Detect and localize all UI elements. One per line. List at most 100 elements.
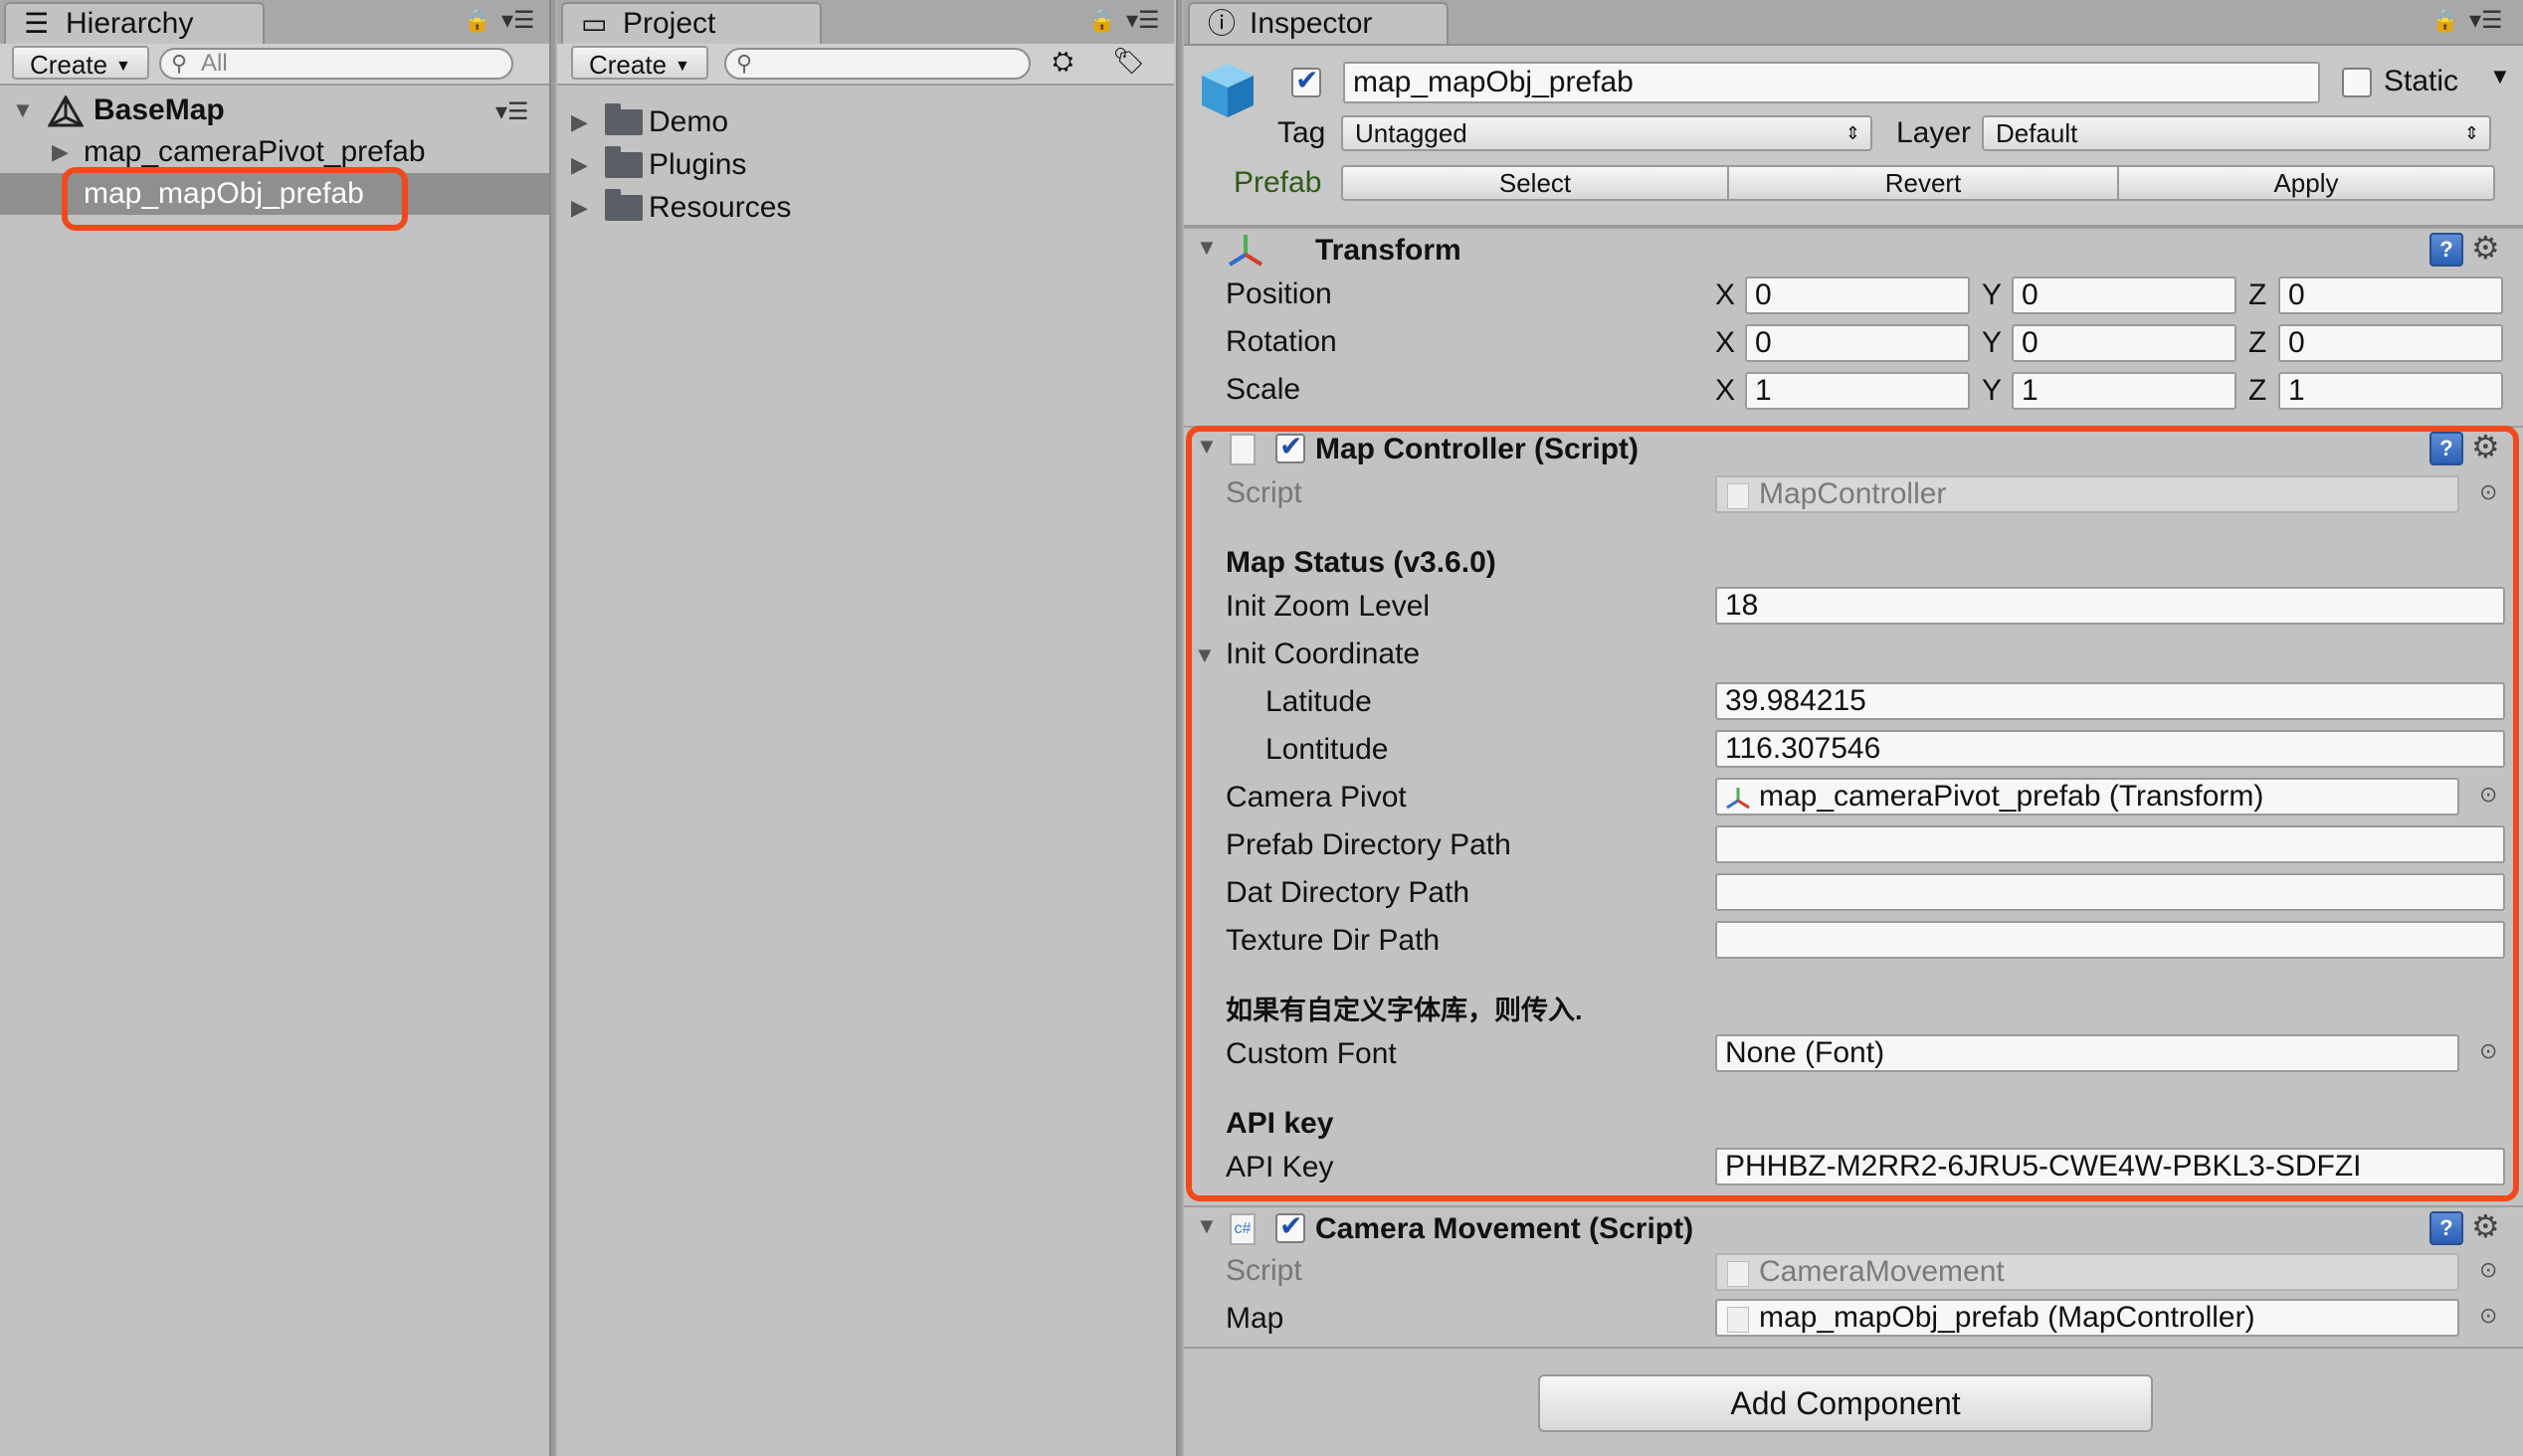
gear-icon[interactable]: ⚙ <box>2471 229 2500 267</box>
tag-label: Tag <box>1277 116 1326 149</box>
project-toolbar: Create ▼ ⚲ ⛭ 🏷 <box>557 44 1174 86</box>
map-value: map_mapObj_prefab (MapController) <box>1759 1301 2255 1334</box>
component-enabled-checkbox[interactable] <box>1275 1209 1305 1243</box>
chevron-down-icon: ▼ <box>115 58 131 76</box>
position-label: Position <box>1226 277 1332 310</box>
z-axis-label: Z <box>2248 326 2267 359</box>
tab-inspector-label: Inspector <box>1250 7 1373 40</box>
info-icon: ⓘ <box>1208 8 1237 39</box>
filter-by-type-icon[interactable]: ⛭ <box>1053 46 1073 78</box>
scale-z-input[interactable]: 1 <box>2278 372 2503 410</box>
scene-row[interactable]: ▼ BaseMap ▾☰ <box>0 90 549 131</box>
filter-by-label-icon[interactable]: 🏷 <box>1112 46 1145 77</box>
fold-down-icon[interactable]: ▼ <box>1196 1213 1218 1239</box>
folder-label: Plugins <box>649 148 747 181</box>
position-y-value: 0 <box>2022 278 2038 311</box>
hierarchy-tabbar: ☰ Hierarchy 🔒 ▾☰ <box>0 0 549 46</box>
revert-label: Revert <box>1884 168 1962 198</box>
expand-down-icon[interactable]: ▼ <box>12 90 34 131</box>
create-label: Create <box>589 50 668 80</box>
chevron-down-icon: ▼ <box>675 58 690 76</box>
scene-name: BaseMap <box>94 93 225 126</box>
create-button[interactable]: Create ▼ <box>12 46 149 80</box>
object-picker-icon[interactable]: ⊙ <box>2479 1257 2497 1283</box>
prefab-label: Prefab <box>1234 166 1322 199</box>
panel-menu-icon[interactable]: ▾☰ <box>1126 6 1160 35</box>
highlight-box-map-controller <box>1186 426 2519 1201</box>
apply-label: Apply <box>2273 168 2339 198</box>
scale-label: Scale <box>1226 373 1301 406</box>
scale-y-value: 1 <box>2022 374 2038 407</box>
help-book-icon[interactable]: ? <box>2429 1211 2463 1245</box>
rotation-x-input[interactable]: 0 <box>1745 324 1970 362</box>
folder-row-plugins[interactable]: ▶ Plugins <box>557 144 1174 186</box>
object-name-input[interactable]: map_mapObj_prefab <box>1343 62 2320 103</box>
scene-menu-icon[interactable]: ▾☰ <box>495 91 529 133</box>
panel-menu-icon[interactable]: ▾☰ <box>501 6 535 35</box>
rotation-z-input[interactable]: 0 <box>2278 324 2503 362</box>
folder-icon <box>605 189 643 221</box>
object-picker-icon[interactable]: ⊙ <box>2479 1303 2497 1329</box>
script-field[interactable]: CameraMovement <box>1715 1253 2459 1291</box>
transform-title: Transform <box>1315 234 1461 267</box>
scale-z-value: 1 <box>2288 374 2305 407</box>
tab-hierarchy[interactable]: ☰ Hierarchy <box>4 2 265 44</box>
tab-project[interactable]: ▭ Project <box>561 2 822 44</box>
layer-value: Default <box>1996 118 2078 148</box>
transform-header[interactable]: ▼ Transform ? ⚙ <box>1184 227 2523 273</box>
y-axis-label: Y <box>1982 374 2003 407</box>
lock-icon[interactable]: 🔒 <box>2431 8 2458 34</box>
search-input[interactable]: ⚲ <box>724 48 1031 80</box>
panel-menu-icon[interactable]: ▾☰ <box>2469 6 2503 35</box>
project-panel: ▭ Project 🔒 ▾☰ Create ▼ ⚲ ⛭ 🏷 ▶ Demo ▶ Pl… <box>557 0 1174 1456</box>
tag-dropdown[interactable]: Untagged ⇕ <box>1341 115 1872 151</box>
folder-row-resources[interactable]: ▶ Resources <box>557 187 1174 229</box>
divider <box>1184 1347 2523 1349</box>
scale-y-input[interactable]: 1 <box>2012 372 2236 410</box>
script-value: CameraMovement <box>1759 1255 2005 1288</box>
csharp-script-icon: c# <box>1230 1213 1256 1245</box>
expand-right-icon[interactable]: ▶ <box>571 144 588 186</box>
camera-movement-header[interactable]: ▼ c# Camera Movement (Script) ? ⚙ <box>1184 1205 2523 1251</box>
select-label: Select <box>1498 168 1572 198</box>
tab-inspector[interactable]: ⓘ Inspector <box>1188 2 1449 44</box>
tab-hierarchy-label: Hierarchy <box>66 7 194 40</box>
help-book-icon[interactable]: ? <box>2429 233 2463 267</box>
object-name-value: map_mapObj_prefab <box>1353 66 1634 98</box>
folder-icon <box>605 103 643 135</box>
prefab-apply-button[interactable]: Apply <box>2117 165 2495 201</box>
search-input[interactable]: ⚲ All <box>159 48 513 80</box>
static-checkbox[interactable] <box>2342 68 2372 97</box>
y-axis-label: Y <box>1982 278 2003 311</box>
splitter[interactable] <box>1176 0 1184 1456</box>
rotation-y-input[interactable]: 0 <box>2012 324 2236 362</box>
prefab-select-button[interactable]: Select <box>1341 165 1729 201</box>
splitter[interactable] <box>549 0 557 1456</box>
add-component-button[interactable]: Add Component <box>1538 1374 2153 1432</box>
active-checkbox[interactable] <box>1291 64 1321 97</box>
rotation-z-value: 0 <box>2288 326 2305 359</box>
hierarchy-panel: ☰ Hierarchy 🔒 ▾☰ Create ▼ ⚲ All ▼ BaseMap… <box>0 0 549 1456</box>
prefab-revert-button[interactable]: Revert <box>1727 165 2119 201</box>
expand-right-icon[interactable]: ▶ <box>571 187 588 229</box>
search-icon: ⚲ <box>736 51 753 76</box>
folder-row-demo[interactable]: ▶ Demo <box>557 101 1174 143</box>
lock-icon[interactable]: 🔒 <box>464 8 490 34</box>
expand-right-icon[interactable]: ▶ <box>52 131 69 173</box>
fold-down-icon[interactable]: ▼ <box>1196 235 1218 261</box>
position-z-input[interactable]: 0 <box>2278 276 2503 314</box>
x-axis-label: X <box>1715 278 1736 311</box>
list-icon: ☰ <box>24 8 50 39</box>
gear-icon[interactable]: ⚙ <box>2471 1207 2500 1245</box>
layer-dropdown[interactable]: Default ⇕ <box>1982 115 2491 151</box>
expand-right-icon[interactable]: ▶ <box>571 101 588 143</box>
lock-icon[interactable]: 🔒 <box>1088 8 1115 34</box>
create-button[interactable]: Create ▼ <box>571 46 708 80</box>
position-y-input[interactable]: 0 <box>2012 276 2236 314</box>
scale-x-input[interactable]: 1 <box>1745 372 1970 410</box>
static-dropdown-icon[interactable]: ▼ <box>2489 64 2511 90</box>
map-field[interactable]: map_mapObj_prefab (MapController) <box>1715 1299 2459 1337</box>
x-axis-label: X <box>1715 374 1736 407</box>
position-x-input[interactable]: 0 <box>1745 276 1970 314</box>
project-tabbar: ▭ Project 🔒 ▾☰ <box>557 0 1174 46</box>
